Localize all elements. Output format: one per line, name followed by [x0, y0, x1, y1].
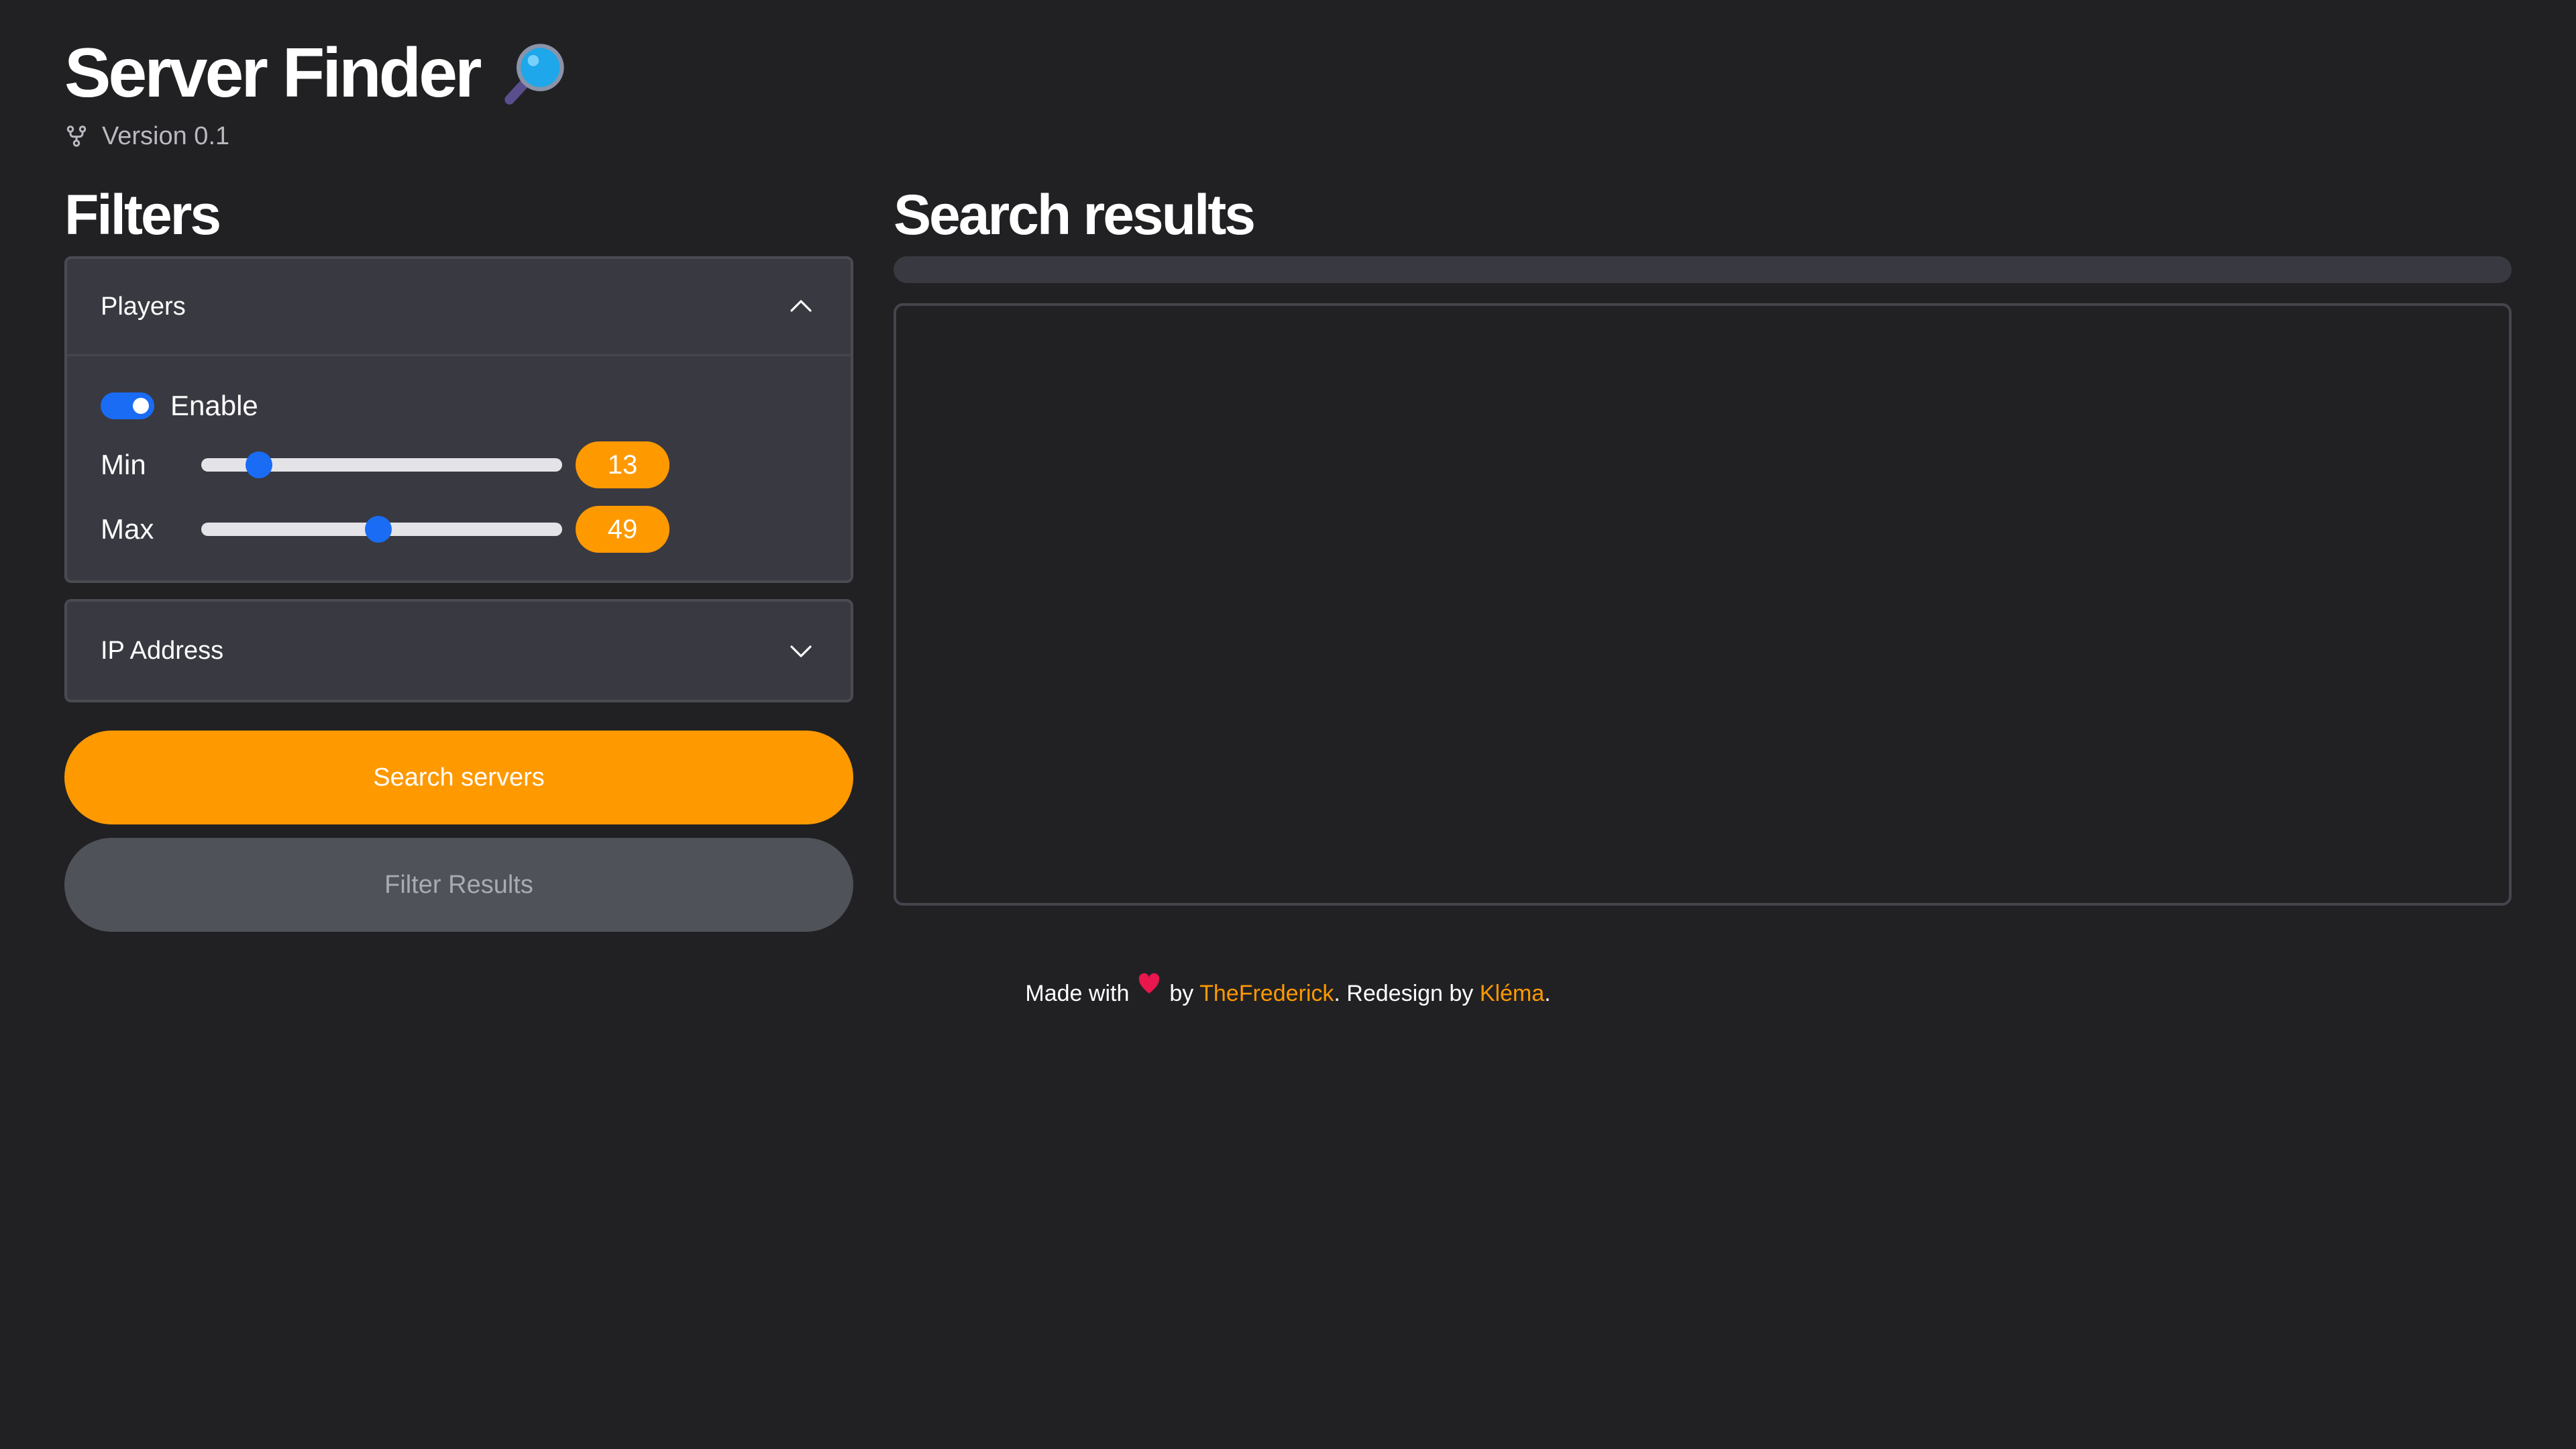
filter-results-button[interactable]: Filter Results — [64, 838, 853, 932]
ip-address-accordion: IP Address — [64, 599, 853, 702]
title-row: Server Finder — [64, 32, 570, 114]
players-accordion: Players Enable Min 13 Max 49 — [64, 256, 853, 583]
heart-icon — [1136, 970, 1163, 997]
results-list[interactable] — [894, 303, 2512, 906]
magnifying-glass-icon — [500, 38, 570, 108]
filters-panel: Filters Players Enable Min 13 Max 49 IP … — [64, 186, 853, 932]
min-players-slider[interactable] — [201, 451, 562, 478]
players-accordion-label: Players — [101, 292, 186, 321]
footer: Made with by TheFrederick. Redesign by Kl… — [0, 970, 2576, 1007]
min-slider-thumb[interactable] — [246, 451, 273, 478]
max-players-slider[interactable] — [201, 516, 562, 543]
footer-made-with: Made with — [1025, 981, 1130, 1006]
enable-label: Enable — [170, 390, 258, 421]
enable-row: Enable — [101, 386, 817, 426]
min-value-badge: 13 — [576, 441, 669, 488]
version-row: Version 0.1 — [64, 119, 570, 153]
results-title: Search results — [894, 183, 1256, 246]
max-players-row: Max 49 — [101, 505, 817, 553]
ip-address-accordion-header[interactable]: IP Address — [67, 602, 851, 700]
designer-link[interactable]: Kléma — [1480, 981, 1544, 1006]
chevron-down-icon[interactable] — [785, 635, 817, 667]
git-fork-icon — [64, 124, 89, 148]
min-players-row: Min 13 — [101, 441, 817, 489]
footer-by: by — [1169, 981, 1194, 1006]
search-progress-bar — [894, 256, 2512, 283]
page-header: Server Finder Version 0.1 — [64, 32, 570, 153]
version-label: Version 0.1 — [102, 121, 230, 150]
max-value-badge: 49 — [576, 506, 669, 553]
footer-end: . — [1544, 981, 1551, 1006]
players-accordion-header[interactable]: Players — [67, 259, 851, 354]
results-panel: Search results — [894, 186, 2512, 906]
ip-address-accordion-label: IP Address — [101, 636, 224, 665]
max-slider-thumb[interactable] — [364, 516, 392, 543]
chevron-up-icon[interactable] — [785, 290, 817, 323]
enable-toggle[interactable] — [101, 392, 154, 419]
filters-title: Filters — [64, 183, 221, 246]
app: Server Finder Version 0.1 Filters Player… — [0, 0, 2576, 1449]
players-accordion-body: Enable Min 13 Max 49 — [67, 354, 851, 580]
min-label: Min — [101, 449, 146, 480]
search-servers-button[interactable]: Search servers — [64, 731, 853, 824]
author-link[interactable]: TheFrederick — [1199, 981, 1334, 1006]
toggle-knob — [133, 398, 149, 414]
footer-redesign: . Redesign by — [1334, 981, 1474, 1006]
max-label: Max — [101, 513, 154, 545]
app-title: Server Finder — [64, 34, 482, 112]
